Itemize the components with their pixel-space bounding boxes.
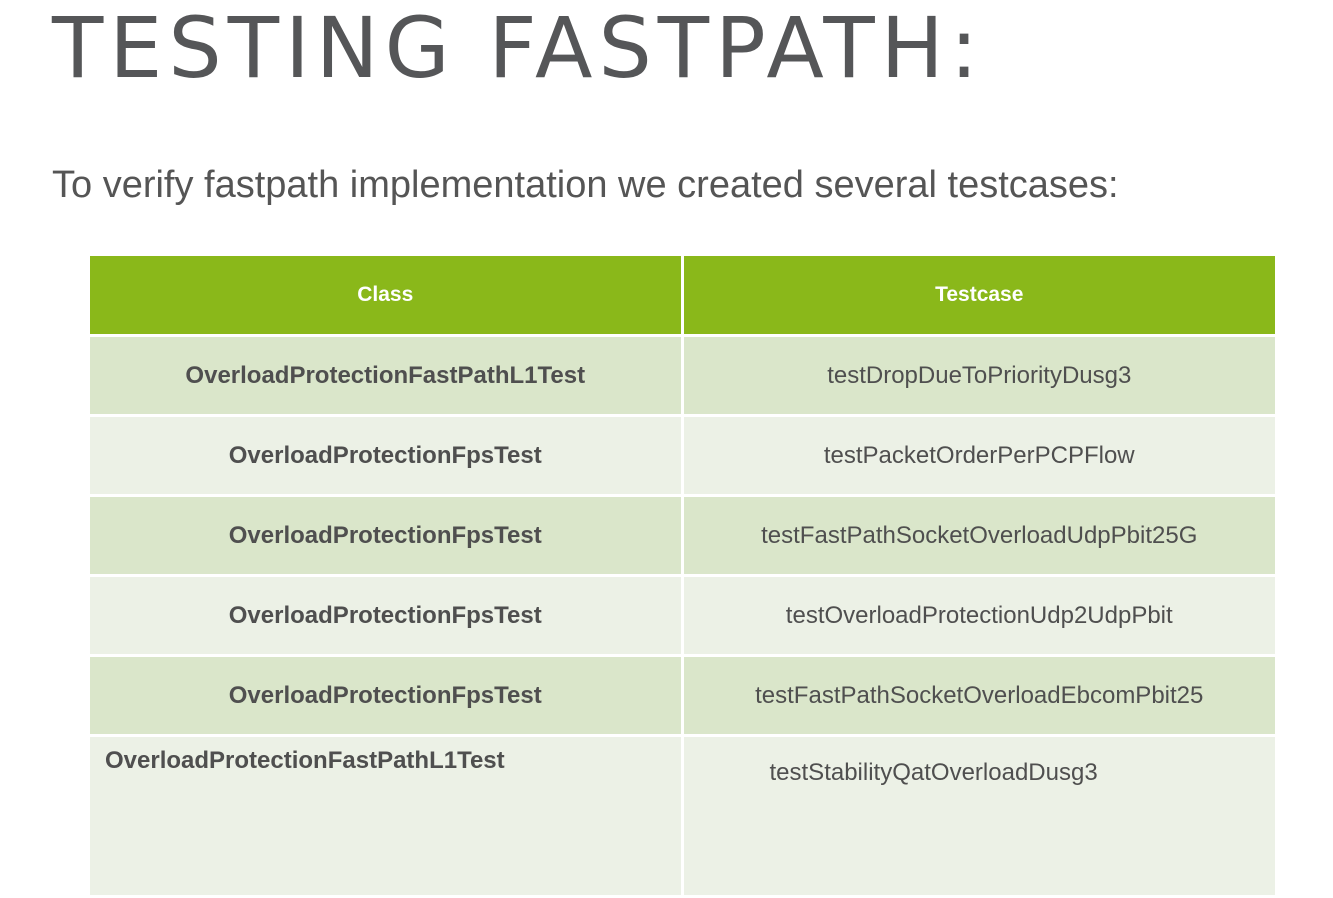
table-header-row: Class Testcase [90,256,1275,337]
table-row: OverloadProtectionFpsTest testOverloadPr… [90,575,1275,657]
table-row: OverloadProtectionFastPathL1Test testSta… [90,735,1275,898]
testcase-cell: testPacketOrderPerPCPFlow [682,415,1275,497]
table-row: OverloadProtectionFastPathL1Test testDro… [90,335,1275,417]
testcase-cell: testDropDueToPriorityDusg3 [682,335,1275,417]
table-row: OverloadProtectionFpsTest testFastPathSo… [90,655,1275,737]
header-testcase: Testcase [682,256,1275,337]
testcase-cell: testOverloadProtectionUdp2UdpPbit [682,575,1275,657]
intro-text: To verify fastpath implementation we cre… [52,164,1119,206]
header-class: Class [90,256,684,337]
testcase-cell: testFastPathSocketOverloadEbcomPbit25 [682,655,1275,737]
testcase-cell: testStabilityQatOverloadDusg3 [682,735,1275,898]
class-cell: OverloadProtectionFpsTest [90,655,684,737]
slide-title: TESTING FASTPATH: [52,0,985,97]
class-cell: OverloadProtectionFastPathL1Test [90,335,684,417]
class-cell: OverloadProtectionFastPathL1Test [90,735,684,898]
class-cell: OverloadProtectionFpsTest [90,415,684,497]
testcase-table: Class Testcase OverloadProtectionFastPat… [90,256,1275,898]
table-row: OverloadProtectionFpsTest testPacketOrde… [90,415,1275,497]
table-row: OverloadProtectionFpsTest testFastPathSo… [90,495,1275,577]
class-cell: OverloadProtectionFpsTest [90,495,684,577]
testcase-cell: testFastPathSocketOverloadUdpPbit25G [682,495,1275,577]
class-cell: OverloadProtectionFpsTest [90,575,684,657]
